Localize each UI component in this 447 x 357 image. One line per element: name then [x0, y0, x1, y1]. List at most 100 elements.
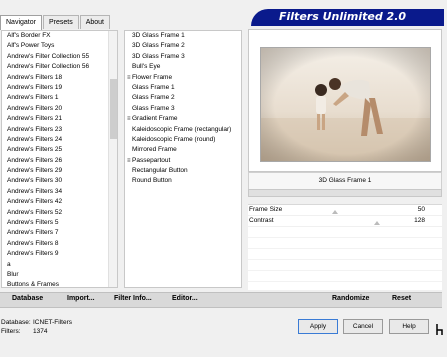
preset-label: Glass Frame 2 [132, 94, 175, 102]
preset-label: 3D Glass Frame 2 [132, 42, 185, 50]
database-value: ICNET-Filters [33, 319, 72, 326]
cancel-button[interactable]: Cancel [343, 319, 383, 334]
filter-category-item[interactable]: Andrew's Filter Collection 55 [2, 52, 117, 62]
action-bar: Database Import... Filter Info... Editor… [0, 292, 442, 308]
preset-item[interactable]: 3D Glass Frame 2 [125, 41, 241, 51]
editor-button[interactable]: Editor... [172, 295, 198, 302]
app-banner: Filters Unlimited 2.0 [251, 9, 444, 26]
help-button[interactable]: Help [389, 319, 429, 334]
progress-bar [248, 189, 442, 197]
filter-category-item[interactable]: Andrew's Filters 52 [2, 208, 117, 218]
preset-label: Flower Frame [132, 73, 173, 81]
tab-about[interactable]: About [79, 15, 110, 29]
filter-category-item[interactable]: Andrew's Filters 30 [2, 176, 117, 186]
filter-category-item[interactable]: Andrew's Filters 26 [2, 156, 117, 166]
scrollbar-thumb[interactable] [110, 79, 117, 139]
preset-item[interactable]: Rectangular Button [125, 166, 241, 176]
filter-category-item[interactable]: Andrew's Filters 9 [2, 249, 117, 259]
param-label: Frame Size [249, 206, 283, 213]
category-scrollbar[interactable] [108, 31, 117, 287]
preview-photo [261, 48, 430, 161]
filter-preset-list[interactable]: 3D Glass Frame 1 3D Glass Frame 2 3D Glass… [124, 30, 242, 288]
filter-category-item[interactable]: Andrew's Filters 21 [2, 114, 117, 124]
preset-item[interactable]: Glass Frame 1 [125, 83, 241, 93]
filters-value: 1374 [33, 327, 48, 335]
database-label: Database: [1, 319, 31, 326]
filter-category-item[interactable]: Andrew's Filters 29 [2, 166, 117, 176]
preset-label: Glass Frame 3 [132, 104, 175, 112]
text-cursor-icon [436, 324, 443, 335]
selected-filter-name: 3D Glass Frame 1 [248, 172, 442, 190]
preset-label: Kaleidoscopic Frame (rectangular) [132, 125, 232, 133]
apply-button[interactable]: Apply [298, 319, 338, 334]
tab-navigator[interactable]: Navigator [0, 15, 42, 30]
preset-item[interactable]: Kaleidoscopic Frame (round) [125, 135, 241, 145]
randomize-button[interactable]: Randomize [332, 295, 369, 302]
filter-category-item[interactable]: Andrew's Filters 20 [2, 104, 117, 114]
slider-thumb[interactable] [332, 210, 338, 214]
preset-item[interactable]: 3D Glass Frame 1 [125, 31, 241, 41]
preset-item[interactable]: Bull's Eye [125, 62, 241, 72]
preset-label: Round Button [132, 177, 172, 185]
preset-item[interactable]: Round Button [125, 176, 241, 186]
database-button[interactable]: Database [12, 295, 43, 302]
filter-category-list[interactable]: Alf's Border FX Alf's Power Toys Andrew's … [1, 30, 118, 288]
tab-presets[interactable]: Presets [42, 15, 79, 29]
preset-label: Bull's Eye [132, 63, 161, 71]
preset-label: Mirrored Frame [132, 146, 177, 154]
import-button[interactable]: Import... [67, 295, 95, 302]
filter-category-item[interactable]: Andrew's Filters 1 [2, 93, 117, 103]
preset-item[interactable]: Mirrored Frame [125, 145, 241, 155]
filter-category-item[interactable]: a [2, 260, 117, 270]
preset-label: Kaleidoscopic Frame (round) [132, 135, 216, 143]
preset-item[interactable]: Glass Frame 2 [125, 93, 241, 103]
slider-thumb[interactable] [374, 221, 380, 225]
filter-category-item[interactable]: Andrew's Filters 7 [2, 228, 117, 238]
filter-category-item[interactable]: Andrew's Filters 25 [2, 145, 117, 155]
filter-category-item[interactable]: Alf's Power Toys [2, 41, 117, 51]
preview-image [260, 47, 431, 162]
param-empty-row [248, 271, 442, 282]
param-empty-row [248, 260, 442, 271]
preset-label: Gradient Frame [132, 115, 178, 123]
preset-label: Rectangular Button [132, 167, 188, 175]
filter-category-item[interactable]: Andrew's Filters 34 [2, 187, 117, 197]
preset-group-item[interactable]: ≡Flower Frame [125, 73, 241, 83]
preset-group-item[interactable]: ≡Gradient Frame [125, 114, 241, 124]
param-empty-row [248, 249, 442, 260]
preset-label: 3D Glass Frame 3 [132, 52, 185, 60]
filter-category-item[interactable]: Buttons & Frames [2, 280, 117, 287]
parameters-panel: Frame Size 50 Contrast 128 [248, 204, 442, 293]
app-title: Filters Unlimited 2.0 [279, 10, 407, 23]
filter-category-item[interactable]: Andrew's Filters 8 [2, 239, 117, 249]
filters-label: Filters: [1, 327, 21, 335]
preview-panel [248, 29, 442, 172]
filter-category-item[interactable]: Andrew's Filters 42 [2, 197, 117, 207]
filter-category-item[interactable]: Blur [2, 270, 117, 280]
preset-label: Passepartout [132, 156, 171, 164]
filter-category-item[interactable]: Andrew's Filters 5 [2, 218, 117, 228]
filter-category-item[interactable]: Alf's Border FX [2, 31, 117, 41]
filter-category-item[interactable]: Andrew's Filters 23 [2, 125, 117, 135]
filter-category-item[interactable]: Andrew's Filter Collection 56 [2, 62, 117, 72]
filter-category-item[interactable]: Andrew's Filters 19 [2, 83, 117, 93]
preset-item[interactable]: Kaleidoscopic Frame (rectangular) [125, 125, 241, 135]
preset-item[interactable]: Glass Frame 3 [125, 104, 241, 114]
filter-category-item[interactable]: Andrew's Filters 18 [2, 73, 117, 83]
preset-group-item[interactable]: ≡Passepartout [125, 156, 241, 166]
param-label: Contrast [249, 217, 274, 224]
preset-label: Glass Frame 1 [132, 83, 175, 91]
preset-label: 3D Glass Frame 1 [132, 32, 185, 39]
param-empty-row [248, 238, 442, 249]
param-frame-size[interactable]: Frame Size 50 [248, 205, 442, 216]
param-contrast[interactable]: Contrast 128 [248, 216, 442, 227]
filter-category-item[interactable]: Andrew's Filters 24 [2, 135, 117, 145]
param-empty-row [248, 227, 442, 238]
status-info: Database: ICNET-Filters Filters: 1374 [1, 319, 72, 336]
tab-strip: Navigator Presets About [0, 15, 111, 30]
reset-button[interactable]: Reset [392, 295, 411, 302]
param-slider[interactable] [304, 210, 444, 214]
param-slider[interactable] [304, 221, 444, 225]
preset-item[interactable]: 3D Glass Frame 3 [125, 52, 241, 62]
filter-info-button[interactable]: Filter Info... [114, 295, 152, 302]
